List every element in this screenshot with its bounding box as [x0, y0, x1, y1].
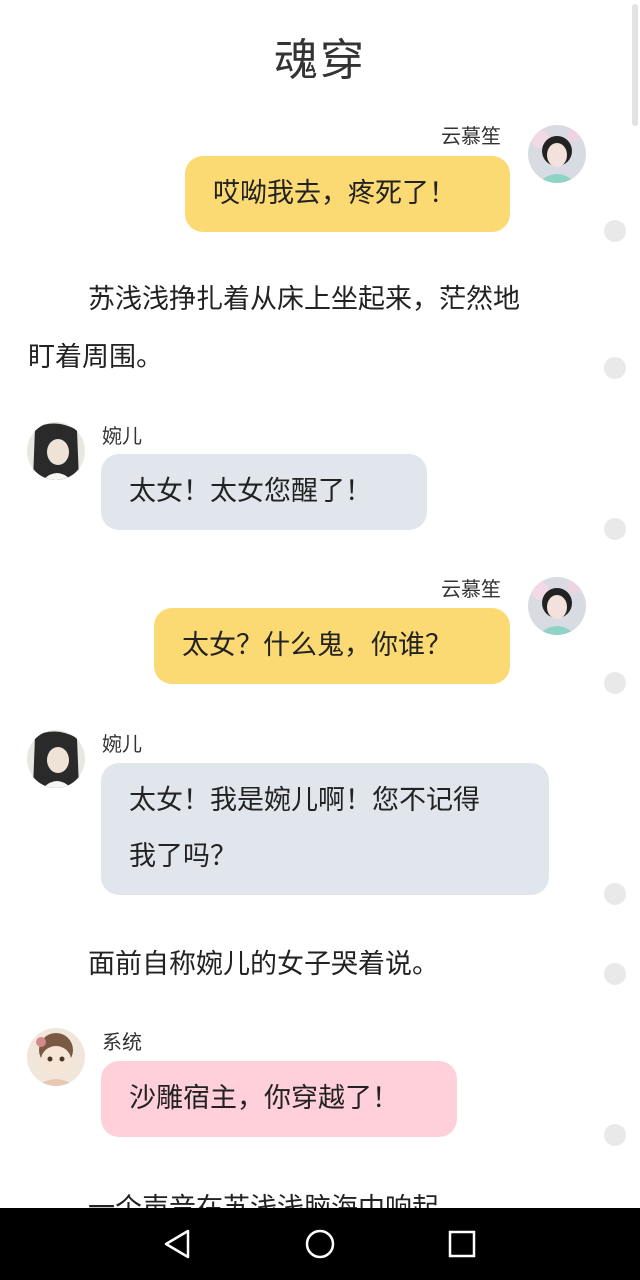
- paragraph-marker[interactable]: [604, 963, 626, 985]
- narration-text: 盯着周围。: [28, 342, 163, 373]
- bubble-text: 太女！太女您醒了！: [129, 476, 372, 507]
- navigation-bar: [0, 1208, 640, 1280]
- chat-bubble[interactable]: 太女！我是婉儿啊！您不记得 我了吗？: [101, 763, 549, 895]
- bubble-text: 太女？什么鬼，你谁？: [182, 630, 452, 661]
- recents-square-icon[interactable]: [442, 1224, 482, 1264]
- paragraph-marker[interactable]: [604, 1124, 626, 1146]
- narration-text: 苏浅浅挣扎着从床上坐起来，茫然地: [88, 284, 520, 315]
- chat-bubble[interactable]: 哎呦我去，疼死了！: [185, 156, 510, 232]
- chat-bubble[interactable]: 太女？什么鬼，你谁？: [154, 608, 510, 684]
- home-circle-icon[interactable]: [300, 1224, 340, 1264]
- bubble-text: 沙雕宿主，你穿越了！: [129, 1083, 399, 1114]
- avatar-yunmusheng[interactable]: [528, 577, 586, 635]
- speaker-name: 婉儿: [102, 424, 142, 448]
- paragraph-marker[interactable]: [604, 357, 626, 379]
- avatar-yunmusheng[interactable]: [528, 125, 586, 183]
- page-title: 魂穿: [274, 35, 366, 86]
- avatar-waner[interactable]: [27, 730, 85, 788]
- speaker-name: 云慕笙: [441, 577, 501, 601]
- paragraph-marker[interactable]: [604, 518, 626, 540]
- paragraph-marker[interactable]: [604, 883, 626, 905]
- narration-text: 面前自称婉儿的女子哭着说。: [88, 949, 439, 980]
- speaker-name: 云慕笙: [441, 124, 501, 148]
- avatar-waner[interactable]: [27, 422, 85, 480]
- paragraph-marker[interactable]: [604, 220, 626, 242]
- bubble-text: 我了吗？: [129, 841, 237, 872]
- bubble-text: 哎呦我去，疼死了！: [213, 178, 456, 209]
- avatar-system[interactable]: [27, 1028, 85, 1086]
- bubble-text: 太女！我是婉儿啊！您不记得: [129, 785, 480, 816]
- chat-bubble[interactable]: 沙雕宿主，你穿越了！: [101, 1061, 457, 1137]
- speaker-name: 系统: [102, 1030, 142, 1054]
- scrollbar[interactable]: [632, 4, 638, 126]
- speaker-name: 婉儿: [102, 732, 142, 756]
- chat-bubble[interactable]: 太女！太女您醒了！: [101, 454, 427, 530]
- paragraph-marker[interactable]: [604, 672, 626, 694]
- back-triangle-icon[interactable]: [158, 1224, 198, 1264]
